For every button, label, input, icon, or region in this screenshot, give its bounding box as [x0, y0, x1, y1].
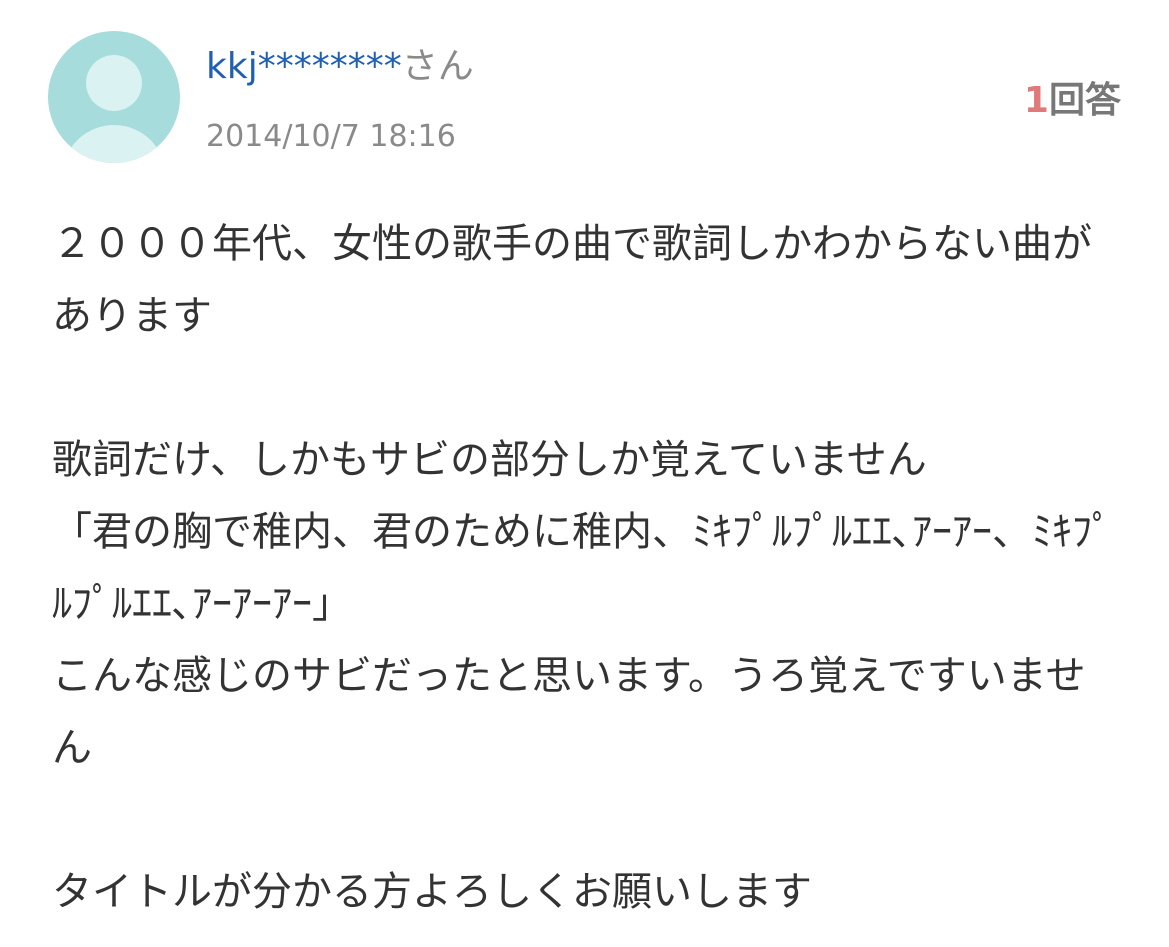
- avatar-head-shape: [86, 55, 142, 111]
- question-lyrics-line: 「君の胸で稚内、君のために稚内、ﾐｷﾌﾟﾙﾌﾟﾙｴｴ､ｱｰｱｰ、ﾐｷﾌﾟﾙﾌﾟﾙ…: [52, 509, 1112, 627]
- question-paragraph: タイトルが分かる方よろしくお願いします: [52, 869, 812, 915]
- question-paragraph: 歌詞だけ、しかもサビの部分しか覚えていません: [52, 437, 927, 483]
- question-paragraph: こんな感じのサビだったと思います。うろ覚えですいません: [52, 653, 1086, 771]
- answer-count-label: 回答: [1048, 80, 1121, 121]
- question-paragraph: ２０００年代、女性の歌手の曲で歌詞しかわからない曲があります: [52, 221, 1092, 339]
- avatar-shoulders-shape: [62, 125, 166, 163]
- answer-count-link[interactable]: 1回答: [1024, 76, 1121, 126]
- question-body: ２０００年代、女性の歌手の曲で歌詞しかわからない曲があります 歌詞だけ、しかもサ…: [52, 208, 1122, 928]
- user-name-suffix: さん: [401, 46, 474, 87]
- user-avatar-icon[interactable]: [48, 31, 180, 163]
- user-name-link[interactable]: kkj********: [206, 46, 402, 87]
- post-date: 2014/10/7 18:16: [206, 119, 456, 154]
- user-line: kkj********さん: [206, 42, 474, 92]
- answer-count-number: 1: [1023, 80, 1049, 121]
